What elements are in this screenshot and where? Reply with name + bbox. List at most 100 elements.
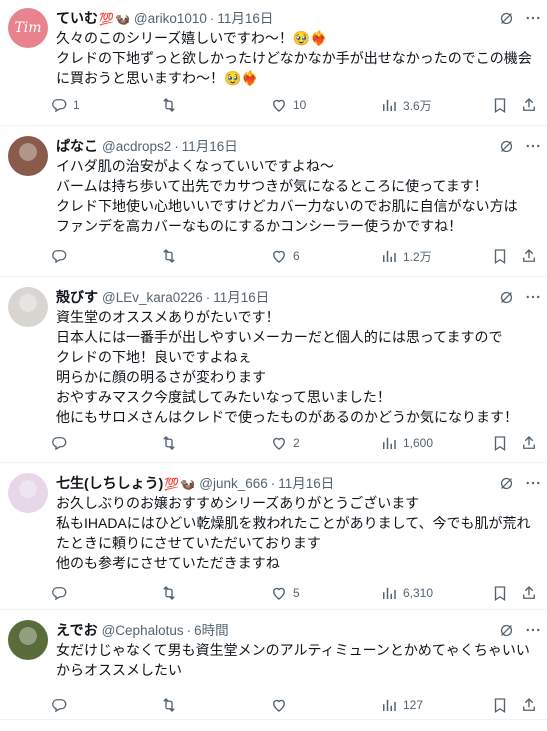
reply-button[interactable]: 1 — [50, 95, 80, 115]
reply-count: 1 — [73, 98, 80, 112]
retweet-icon — [160, 247, 178, 265]
like-button[interactable]: 6 — [270, 246, 300, 266]
tweet-date[interactable]: 11月16日 — [213, 290, 269, 305]
tweet-header: ぱなこ @acdrops2 · 11月16日 — [56, 136, 238, 156]
bookmark-button[interactable] — [491, 583, 509, 603]
share-button[interactable] — [520, 246, 538, 266]
like-button[interactable]: 5 — [270, 583, 300, 603]
grok-icon[interactable] — [496, 8, 516, 28]
share-icon — [520, 96, 538, 114]
avatar-image — [8, 473, 48, 513]
author-name[interactable]: ていむ — [56, 10, 98, 26]
bookmark-button[interactable] — [491, 433, 509, 453]
tweet-header: えでお @Cephalotus · 6時間 — [56, 620, 229, 640]
views-button[interactable]: 1.2万 — [380, 246, 432, 266]
retweet-button[interactable] — [160, 246, 183, 266]
tweet-reply[interactable]: 七生(しちしょう)💯🦦 @junk_666 · 11月16日 お久しぶりのお嬢おすすめシ… — [0, 473, 547, 610]
action-bar: 2 1,600 — [50, 433, 540, 453]
avatar[interactable] — [8, 473, 48, 513]
grok-icon[interactable] — [496, 136, 516, 156]
author-name[interactable]: えでお — [56, 622, 98, 638]
separator-dot: · — [186, 623, 192, 638]
more-icon[interactable] — [523, 8, 543, 28]
retweet-button[interactable] — [160, 95, 183, 115]
author-handle[interactable]: @acdrops2 — [102, 139, 171, 154]
tweet-date[interactable]: 11月16日 — [182, 139, 238, 154]
tweet-text-line: に買おうと思いますわ〜！🥹❤️‍🔥 — [56, 70, 259, 86]
tweet-reply[interactable]: Tim ていむ💯🦦 @ariko1010 · 11月16日 久々のこのシリーズ嬉しいですわ… — [0, 8, 547, 126]
author-handle[interactable]: @LEv_kara0226 — [102, 290, 203, 305]
author-name[interactable]: ぱなこ — [56, 138, 98, 154]
share-button[interactable] — [520, 95, 538, 115]
more-icon[interactable] — [523, 287, 543, 307]
bookmark-button[interactable] — [491, 95, 509, 115]
reply-button[interactable] — [50, 695, 73, 715]
tweet-text: お久しぶりのお嬢おすすめシリーズありがとうございます私もIHADAにはひどい乾燥… — [56, 493, 536, 573]
views-button[interactable]: 1,600 — [380, 433, 433, 453]
more-icon[interactable] — [523, 620, 543, 640]
more-icon[interactable] — [523, 136, 543, 156]
views-icon — [380, 247, 398, 265]
views-button[interactable]: 6,310 — [380, 583, 433, 603]
views-count: 1.2万 — [403, 249, 432, 264]
reply-button[interactable] — [50, 433, 73, 453]
tweet-text-line: クレド下地使い心地いいですけどカバー力ないのでお肌に自信がない方は — [56, 198, 518, 214]
share-button[interactable] — [520, 695, 538, 715]
tweet-text-line: 私もIHADAにはひどい乾燥肌を救われたことがありまして、今でも肌が荒れ — [56, 515, 531, 531]
share-icon — [520, 696, 538, 714]
retweet-icon — [160, 696, 178, 714]
grok-icon[interactable] — [496, 473, 516, 493]
views-button[interactable]: 3.6万 — [380, 95, 432, 115]
retweet-button[interactable] — [160, 583, 183, 603]
grok-icon[interactable] — [496, 620, 516, 640]
reply-button[interactable] — [50, 246, 73, 266]
separator-dot: · — [205, 290, 211, 305]
bookmark-button[interactable] — [491, 695, 509, 715]
avatar-image — [8, 620, 48, 660]
author-handle[interactable]: @Cephalotus — [102, 623, 184, 638]
bookmark-icon — [491, 584, 509, 602]
share-button[interactable] — [520, 583, 538, 603]
bookmark-icon — [491, 247, 509, 265]
tweet-reply[interactable]: 殻びす @LEv_kara0226 · 11月16日 資生堂のオススメありがたいです！ 日… — [0, 287, 547, 463]
tweet-text-line: おやすみマスク今度試してみたいなって思いました！ — [56, 389, 391, 405]
tweet-reply[interactable]: えでお @Cephalotus · 6時間女だけじゃなくて男も資生堂メンのアルティミュ… — [0, 620, 547, 720]
avatar[interactable] — [8, 620, 48, 660]
like-button[interactable] — [270, 695, 293, 715]
author-handle[interactable]: @junk_666 — [199, 476, 268, 491]
author-name[interactable]: 七生(しちしょう) — [56, 475, 163, 491]
avatar[interactable] — [8, 287, 48, 327]
author-name[interactable]: 殻びす — [56, 289, 98, 305]
bookmark-button[interactable] — [491, 246, 509, 266]
like-count: 5 — [293, 586, 300, 600]
share-button[interactable] — [520, 433, 538, 453]
tweet-text-line: 久々のこのシリーズ嬉しいですわ〜！🥹❤️‍🔥 — [56, 30, 328, 46]
retweet-button[interactable] — [160, 433, 183, 453]
avatar[interactable] — [8, 136, 48, 176]
views-button[interactable]: 127 — [380, 695, 423, 715]
avatar[interactable]: Tim — [8, 8, 48, 48]
author-handle[interactable]: @ariko1010 — [134, 11, 207, 26]
grok-icon[interactable] — [496, 287, 516, 307]
action-bar: 6 1.2万 — [50, 246, 540, 266]
retweet-icon — [160, 584, 178, 602]
tweet-reply[interactable]: ぱなこ @acdrops2 · 11月16日 イハダ肌の治安がよくなっていいですよね〜バ… — [0, 136, 547, 277]
tweet-text-line: 明らかに顔の明るさが変わります — [56, 369, 266, 385]
more-icon[interactable] — [523, 473, 543, 493]
otter-emoji: 🦦 — [114, 12, 130, 26]
retweet-button[interactable] — [160, 695, 183, 715]
reply-button[interactable] — [50, 583, 73, 603]
views-count: 127 — [403, 698, 424, 712]
views-icon — [380, 96, 398, 114]
like-button[interactable]: 10 — [270, 95, 306, 115]
like-button[interactable]: 2 — [270, 433, 300, 453]
tweet-text-line: 女だけじゃなくて男も資生堂メンのアルティミューンとかめてゃくちゃいい — [56, 642, 530, 658]
tweet-date[interactable]: 6時間 — [194, 623, 229, 638]
like-icon — [270, 696, 288, 714]
tweet-date[interactable]: 11月16日 — [217, 11, 273, 26]
share-icon — [520, 434, 538, 452]
tweet-date[interactable]: 11月16日 — [278, 476, 334, 491]
bookmark-icon — [491, 696, 509, 714]
tweet-text-line: お久しぶりのお嬢おすすめシリーズありがとうございます — [56, 495, 420, 511]
views-icon — [380, 584, 398, 602]
